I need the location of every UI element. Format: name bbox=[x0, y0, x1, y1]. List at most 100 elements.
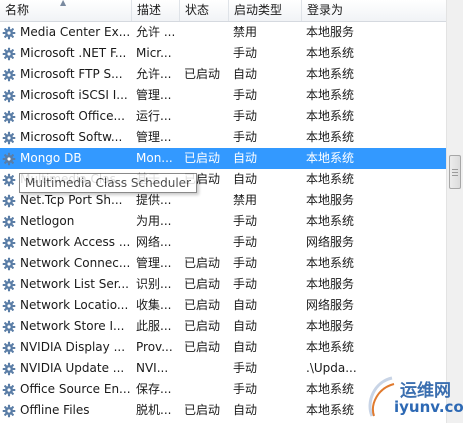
gear-icon bbox=[2, 173, 16, 186]
gear-icon bbox=[2, 110, 16, 123]
service-logon-as: 本地系统 bbox=[306, 67, 355, 81]
service-name-cell: Offline Files bbox=[0, 400, 132, 421]
service-description: 管理... bbox=[136, 88, 172, 102]
service-status bbox=[180, 232, 229, 253]
service-row[interactable]: Microsoft iSCSI I... 管理... 手动 本地系统 bbox=[0, 85, 446, 106]
service-startup-type: 手动 bbox=[233, 256, 258, 270]
service-logon-as: 本地服务 bbox=[306, 193, 355, 207]
service-row[interactable]: Microsoft Office... 运行... 手动 本地系统 bbox=[0, 106, 446, 127]
service-status bbox=[180, 106, 229, 127]
service-name: Office Source En... bbox=[20, 382, 131, 396]
grip-line bbox=[452, 175, 458, 176]
service-name-cell: Network Access ... bbox=[0, 232, 132, 253]
vertical-scrollbar[interactable] bbox=[446, 0, 463, 423]
service-row[interactable]: NVIDIA Display ... Prov... 已启动 自动 本地系统 bbox=[0, 337, 446, 358]
service-logon-as: 本地服务 bbox=[306, 25, 355, 39]
service-startup-type: 自动 bbox=[233, 151, 258, 165]
service-row[interactable]: Netlogon 为用... 手动 本地系统 bbox=[0, 211, 446, 232]
service-name-cell: Microsoft Office... bbox=[0, 106, 132, 127]
service-logon-as: 本地系统 bbox=[306, 130, 355, 144]
service-row[interactable]: Network Access ... 网络... 手动 网络服务 bbox=[0, 232, 446, 253]
service-name: Network Access ... bbox=[20, 235, 131, 249]
service-logon-as: 本地系统 bbox=[306, 214, 355, 228]
service-logon-as: 网络服务 bbox=[306, 298, 355, 312]
services-list: Media Center Ex... 允许 ... 禁用 本地服务 Micros… bbox=[0, 22, 446, 421]
service-description: 收集... bbox=[136, 298, 172, 312]
service-name-cell: NVIDIA Update ... bbox=[0, 358, 132, 379]
service-status bbox=[180, 127, 229, 148]
service-description: 此服... bbox=[136, 319, 172, 333]
service-name-cell: Network List Ser... bbox=[0, 274, 132, 295]
column-startup-type-header[interactable]: 启动类型 bbox=[229, 0, 302, 21]
service-name: NVIDIA Display ... bbox=[20, 340, 126, 354]
gear-icon bbox=[2, 89, 16, 102]
column-header: ▲ 名称 描述 状态 启动类型 登录为 bbox=[0, 0, 446, 22]
service-status: 已启动 bbox=[184, 319, 221, 333]
service-name: Network List Ser... bbox=[20, 277, 129, 291]
service-row[interactable]: Net.Tcp Port Sh... 提供... 禁用 本地服务 bbox=[0, 190, 446, 211]
service-description: 保存... bbox=[136, 382, 172, 396]
service-name-cell: Net.Tcp Port Sh... bbox=[0, 190, 132, 211]
gear-icon bbox=[2, 362, 16, 375]
gear-icon bbox=[2, 47, 16, 60]
service-startup-type: 手动 bbox=[233, 382, 258, 396]
service-row[interactable]: Network Store I... 此服... 已启动 自动 本地服务 bbox=[0, 316, 446, 337]
service-description: Mon... bbox=[136, 151, 173, 165]
service-status bbox=[180, 190, 229, 211]
service-status bbox=[180, 211, 229, 232]
service-row[interactable]: Network List Ser... 识别... 已启动 手动 本地服务 bbox=[0, 274, 446, 295]
column-logon-header[interactable]: 登录为 bbox=[302, 0, 446, 21]
gear-icon bbox=[2, 404, 16, 417]
gear-icon bbox=[2, 26, 16, 39]
service-name: Mongo DB bbox=[20, 151, 82, 165]
service-logon-as: 本地系统 bbox=[306, 109, 355, 123]
service-startup-type: 手动 bbox=[233, 277, 258, 291]
service-description: 管理... bbox=[136, 256, 172, 270]
service-startup-type: 自动 bbox=[233, 67, 258, 81]
gear-icon bbox=[2, 320, 16, 333]
service-startup-type: 禁用 bbox=[233, 25, 258, 39]
service-description: 识别... bbox=[136, 277, 172, 291]
service-row[interactable]: Microsoft FTP S... 允许... 已启动 自动 本地系统 bbox=[0, 64, 446, 85]
service-description: Micr... bbox=[136, 46, 172, 60]
service-name-cell: Microsoft .NET F... bbox=[0, 43, 132, 64]
service-status: 已启动 bbox=[184, 403, 221, 417]
service-row[interactable]: Microsoft .NET F... Micr... 手动 本地系统 bbox=[0, 43, 446, 64]
service-name: Netlogon bbox=[20, 214, 75, 228]
service-description: 允许... bbox=[136, 67, 172, 81]
service-logon-as: 本地系统 bbox=[306, 151, 355, 165]
service-name-cell: Media Center Ex... bbox=[0, 22, 132, 43]
service-startup-type: 自动 bbox=[233, 298, 258, 312]
sort-ascending-icon: ▲ bbox=[60, 0, 67, 7]
service-row[interactable]: Mongo DB Mon... 已启动 自动 本地系统 bbox=[0, 148, 446, 169]
service-status: 已启动 bbox=[184, 340, 221, 354]
service-name-cell: Mongo DB bbox=[0, 148, 132, 169]
service-startup-type: 自动 bbox=[233, 403, 258, 417]
service-name: Network Locatio... bbox=[20, 298, 129, 312]
grip-line bbox=[452, 169, 458, 170]
service-row[interactable]: Network Connec... 管理... 已启动 手动 本地系统 bbox=[0, 253, 446, 274]
service-name: Media Center Ex... bbox=[20, 25, 131, 39]
column-status-header[interactable]: 状态 bbox=[180, 0, 229, 21]
gear-icon bbox=[2, 236, 16, 249]
service-startup-type: 自动 bbox=[233, 172, 258, 186]
service-description: 为用... bbox=[136, 214, 172, 228]
service-logon-as: 本地系统 bbox=[306, 88, 355, 102]
service-description: 运行... bbox=[136, 109, 172, 123]
grip-line bbox=[452, 172, 458, 173]
service-row[interactable]: Media Center Ex... 允许 ... 禁用 本地服务 bbox=[0, 22, 446, 43]
column-name-header[interactable]: ▲ 名称 bbox=[0, 0, 132, 21]
service-name: Microsoft Softw... bbox=[20, 130, 123, 144]
watermark-url: iyunv.com bbox=[394, 398, 463, 416]
service-startup-type: 手动 bbox=[233, 109, 258, 123]
service-logon-as: 网络服务 bbox=[306, 235, 355, 249]
service-description: 脱机... bbox=[136, 403, 172, 417]
column-description-header[interactable]: 描述 bbox=[132, 0, 180, 21]
service-startup-type: 自动 bbox=[233, 319, 258, 333]
service-name: NVIDIA Update ... bbox=[20, 361, 125, 375]
gear-icon bbox=[2, 278, 16, 291]
service-row[interactable]: Microsoft Softw... 管理... 手动 本地系统 bbox=[0, 127, 446, 148]
scrollbar-thumb[interactable] bbox=[449, 155, 461, 189]
service-row[interactable]: Network Locatio... 收集... 已启动 自动 网络服务 bbox=[0, 295, 446, 316]
service-name: Microsoft Office... bbox=[20, 109, 125, 123]
